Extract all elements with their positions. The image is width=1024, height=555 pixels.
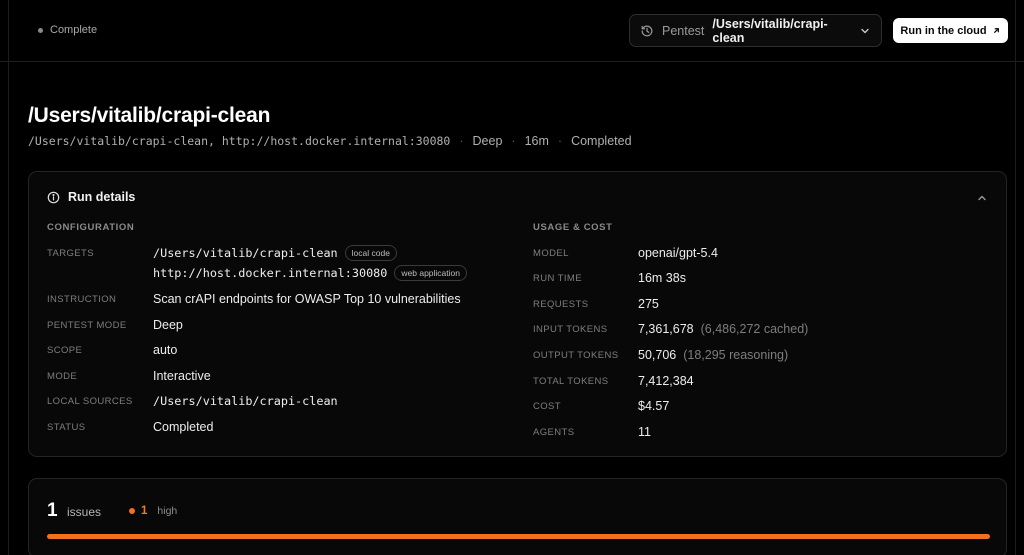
severity-high: 1 high — [129, 505, 177, 517]
usage-row-input-tokens: INPUT TOKENS 7,361,678 (6,486,272 cached… — [533, 320, 973, 338]
usage-value: 7,361,678 (6,486,272 cached) — [638, 322, 808, 336]
usage-value: 275 — [638, 297, 659, 311]
config-value: Scan crAPI endpoints for OWASP Top 10 vu… — [153, 292, 461, 306]
input-tokens-value: 7,361,678 — [638, 322, 694, 336]
status-dot-icon — [38, 27, 43, 33]
separator: · — [557, 134, 563, 148]
usage-key: OUTPUT TOKENS — [533, 349, 619, 361]
severity-high-count: 1 — [141, 505, 148, 517]
context-selector[interactable]: Pentest /Users/vitalib/crapi-clean — [629, 14, 882, 47]
context-kind: Pentest — [662, 23, 705, 38]
usage-value: openai/gpt-5.4 — [638, 246, 718, 260]
usage-value: 50,706 (18,295 reasoning) — [638, 348, 788, 362]
severity-distribution-bar — [47, 534, 990, 539]
run-in-cloud-button[interactable]: Run in the cloud — [893, 18, 1008, 43]
config-row-pentest-mode: PENTEST MODE Deep — [47, 316, 507, 334]
page-frame-right — [1015, 0, 1016, 555]
run-mode: Deep — [472, 134, 503, 148]
usage-row-agents: AGENTS 11 — [533, 423, 973, 441]
usage-key: REQUESTS — [533, 298, 589, 310]
run-duration: 16m — [524, 134, 549, 148]
output-tokens-value: 50,706 — [638, 348, 677, 362]
config-row-targets-2: http://host.docker.internal:30080 web ap… — [47, 264, 507, 282]
usage-key: RUN TIME — [533, 272, 582, 284]
run-details-card: Run details CONFIGURATION TARGETS /Users… — [28, 171, 1007, 457]
config-value: Completed — [153, 420, 214, 434]
usage-key: COST — [533, 400, 561, 412]
run-details-header[interactable]: Run details — [47, 190, 135, 204]
target-path: /Users/vitalib/crapi-clean — [153, 246, 338, 260]
run-status-text: Completed — [571, 134, 632, 148]
config-value: Deep — [153, 318, 183, 332]
separator: · — [511, 134, 516, 148]
config-row-scope: SCOPE auto — [47, 341, 507, 359]
usage-row-output-tokens: OUTPUT TOKENS 50,706 (18,295 reasoning) — [533, 346, 973, 364]
top-bar: Complete Pentest /Users/vitalib/crapi-cl… — [0, 0, 1024, 62]
target-url: http://host.docker.internal:30080 — [153, 266, 388, 280]
config-key: INSTRUCTION — [47, 293, 117, 305]
config-value: /Users/vitalib/crapi-clean — [153, 394, 338, 408]
page-frame-left — [8, 0, 9, 555]
target-type-badge: local code — [344, 245, 397, 261]
usage-row-cost: COST $4.57 — [533, 397, 973, 415]
usage-cost-label: USAGE & COST — [533, 222, 613, 233]
usage-row-requests: REQUESTS 275 — [533, 295, 973, 313]
run-in-cloud-label: Run in the cloud — [900, 24, 987, 37]
chevron-down-icon — [859, 25, 871, 37]
usage-key: TOTAL TOKENS — [533, 375, 609, 387]
page-title: /Users/vitalib/crapi-clean — [28, 104, 271, 127]
configuration-label: CONFIGURATION — [47, 222, 135, 233]
usage-value: $4.57 — [638, 399, 670, 413]
run-targets: /Users/vitalib/crapi-clean, http://host.… — [28, 134, 451, 148]
usage-row-run-time: RUN TIME 16m 38s — [533, 269, 973, 287]
usage-key: MODEL — [533, 247, 569, 259]
severity-high-label: high — [157, 505, 178, 517]
run-status: Complete — [38, 24, 97, 36]
separator: · — [459, 134, 464, 148]
history-icon — [640, 24, 654, 38]
usage-value: 16m 38s — [638, 271, 686, 285]
config-key: TARGETS — [47, 247, 94, 259]
severity-dot-icon — [129, 508, 135, 514]
config-key: PENTEST MODE — [47, 319, 127, 331]
usage-row-model: MODEL openai/gpt-5.4 — [533, 244, 973, 262]
target-type-badge: web application — [394, 265, 467, 281]
config-key: MODE — [47, 370, 78, 382]
usage-value: 7,412,384 — [638, 374, 694, 388]
arrow-up-right-icon — [992, 26, 1001, 35]
issues-label: issues — [67, 505, 102, 519]
output-tokens-reasoning: (18,295 reasoning) — [683, 348, 789, 362]
issues-card[interactable]: 1 issues 1 high — [28, 478, 1007, 555]
config-value: Interactive — [153, 369, 211, 383]
chevron-up-icon[interactable] — [976, 192, 988, 204]
usage-key: INPUT TOKENS — [533, 323, 608, 335]
input-tokens-cached: (6,486,272 cached) — [700, 322, 809, 336]
config-key: LOCAL SOURCES — [47, 395, 133, 407]
issues-count: 1 — [47, 500, 58, 521]
usage-key: AGENTS — [533, 426, 575, 438]
config-row-local-sources: LOCAL SOURCES /Users/vitalib/crapi-clean — [47, 392, 507, 410]
run-status-label: Complete — [50, 24, 98, 36]
config-row-status: STATUS Completed — [47, 418, 507, 436]
config-row-instruction: INSTRUCTION Scan crAPI endpoints for OWA… — [47, 290, 507, 308]
usage-value: 11 — [638, 425, 651, 439]
config-value: /Users/vitalib/crapi-clean local code — [153, 245, 397, 261]
info-icon — [47, 191, 60, 204]
config-value: http://host.docker.internal:30080 web ap… — [153, 265, 467, 281]
config-row-mode: MODE Interactive — [47, 367, 507, 385]
run-summary-line: /Users/vitalib/crapi-clean, http://host.… — [28, 134, 632, 148]
usage-row-total-tokens: TOTAL TOKENS 7,412,384 — [533, 372, 973, 390]
context-path: /Users/vitalib/crapi-clean — [712, 16, 828, 45]
run-details-title: Run details — [68, 190, 136, 204]
config-key: STATUS — [47, 421, 86, 433]
config-row-targets: TARGETS /Users/vitalib/crapi-clean local… — [47, 244, 507, 262]
config-value: auto — [153, 343, 178, 357]
config-key: SCOPE — [47, 344, 83, 356]
